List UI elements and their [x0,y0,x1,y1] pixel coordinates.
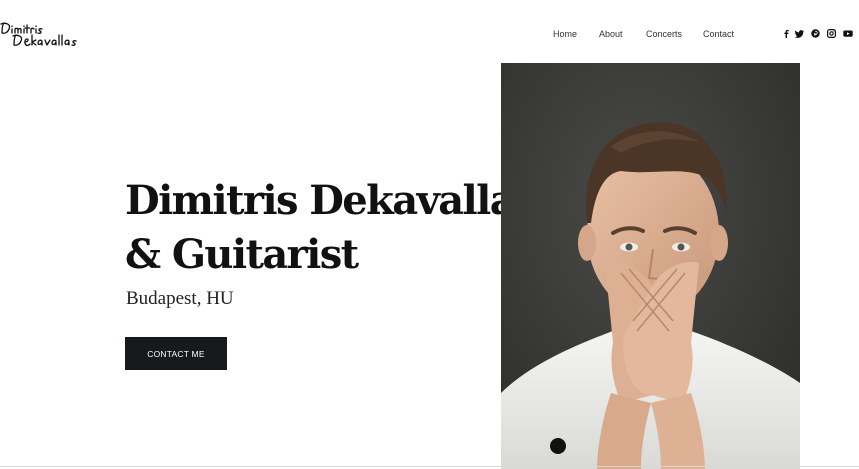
nav-concerts[interactable]: Concerts [646,29,682,39]
floating-dot-button[interactable] [550,438,566,454]
hero-title: Dimitris Dekavallas & Guitarist [125,174,537,282]
nav-home[interactable]: Home [553,29,577,39]
contact-me-button[interactable]: CONTACT ME [125,337,227,370]
pinterest-icon[interactable] [811,29,820,38]
hero-location: Budapest, HU [126,288,234,309]
portrait-photo [501,63,800,469]
bottom-divider [0,466,859,467]
instagram-icon[interactable] [827,29,836,38]
site-logo[interactable] [0,20,82,48]
nav-about[interactable]: About [599,29,623,39]
hero-title-line-1: Dimitris Dekavallas [125,177,537,224]
facebook-icon[interactable] [782,29,791,38]
hero-title-line-2: & Guitarist [125,231,359,278]
nav-contact[interactable]: Contact [703,29,734,39]
youtube-icon[interactable] [843,29,853,38]
twitter-icon[interactable] [795,29,804,38]
